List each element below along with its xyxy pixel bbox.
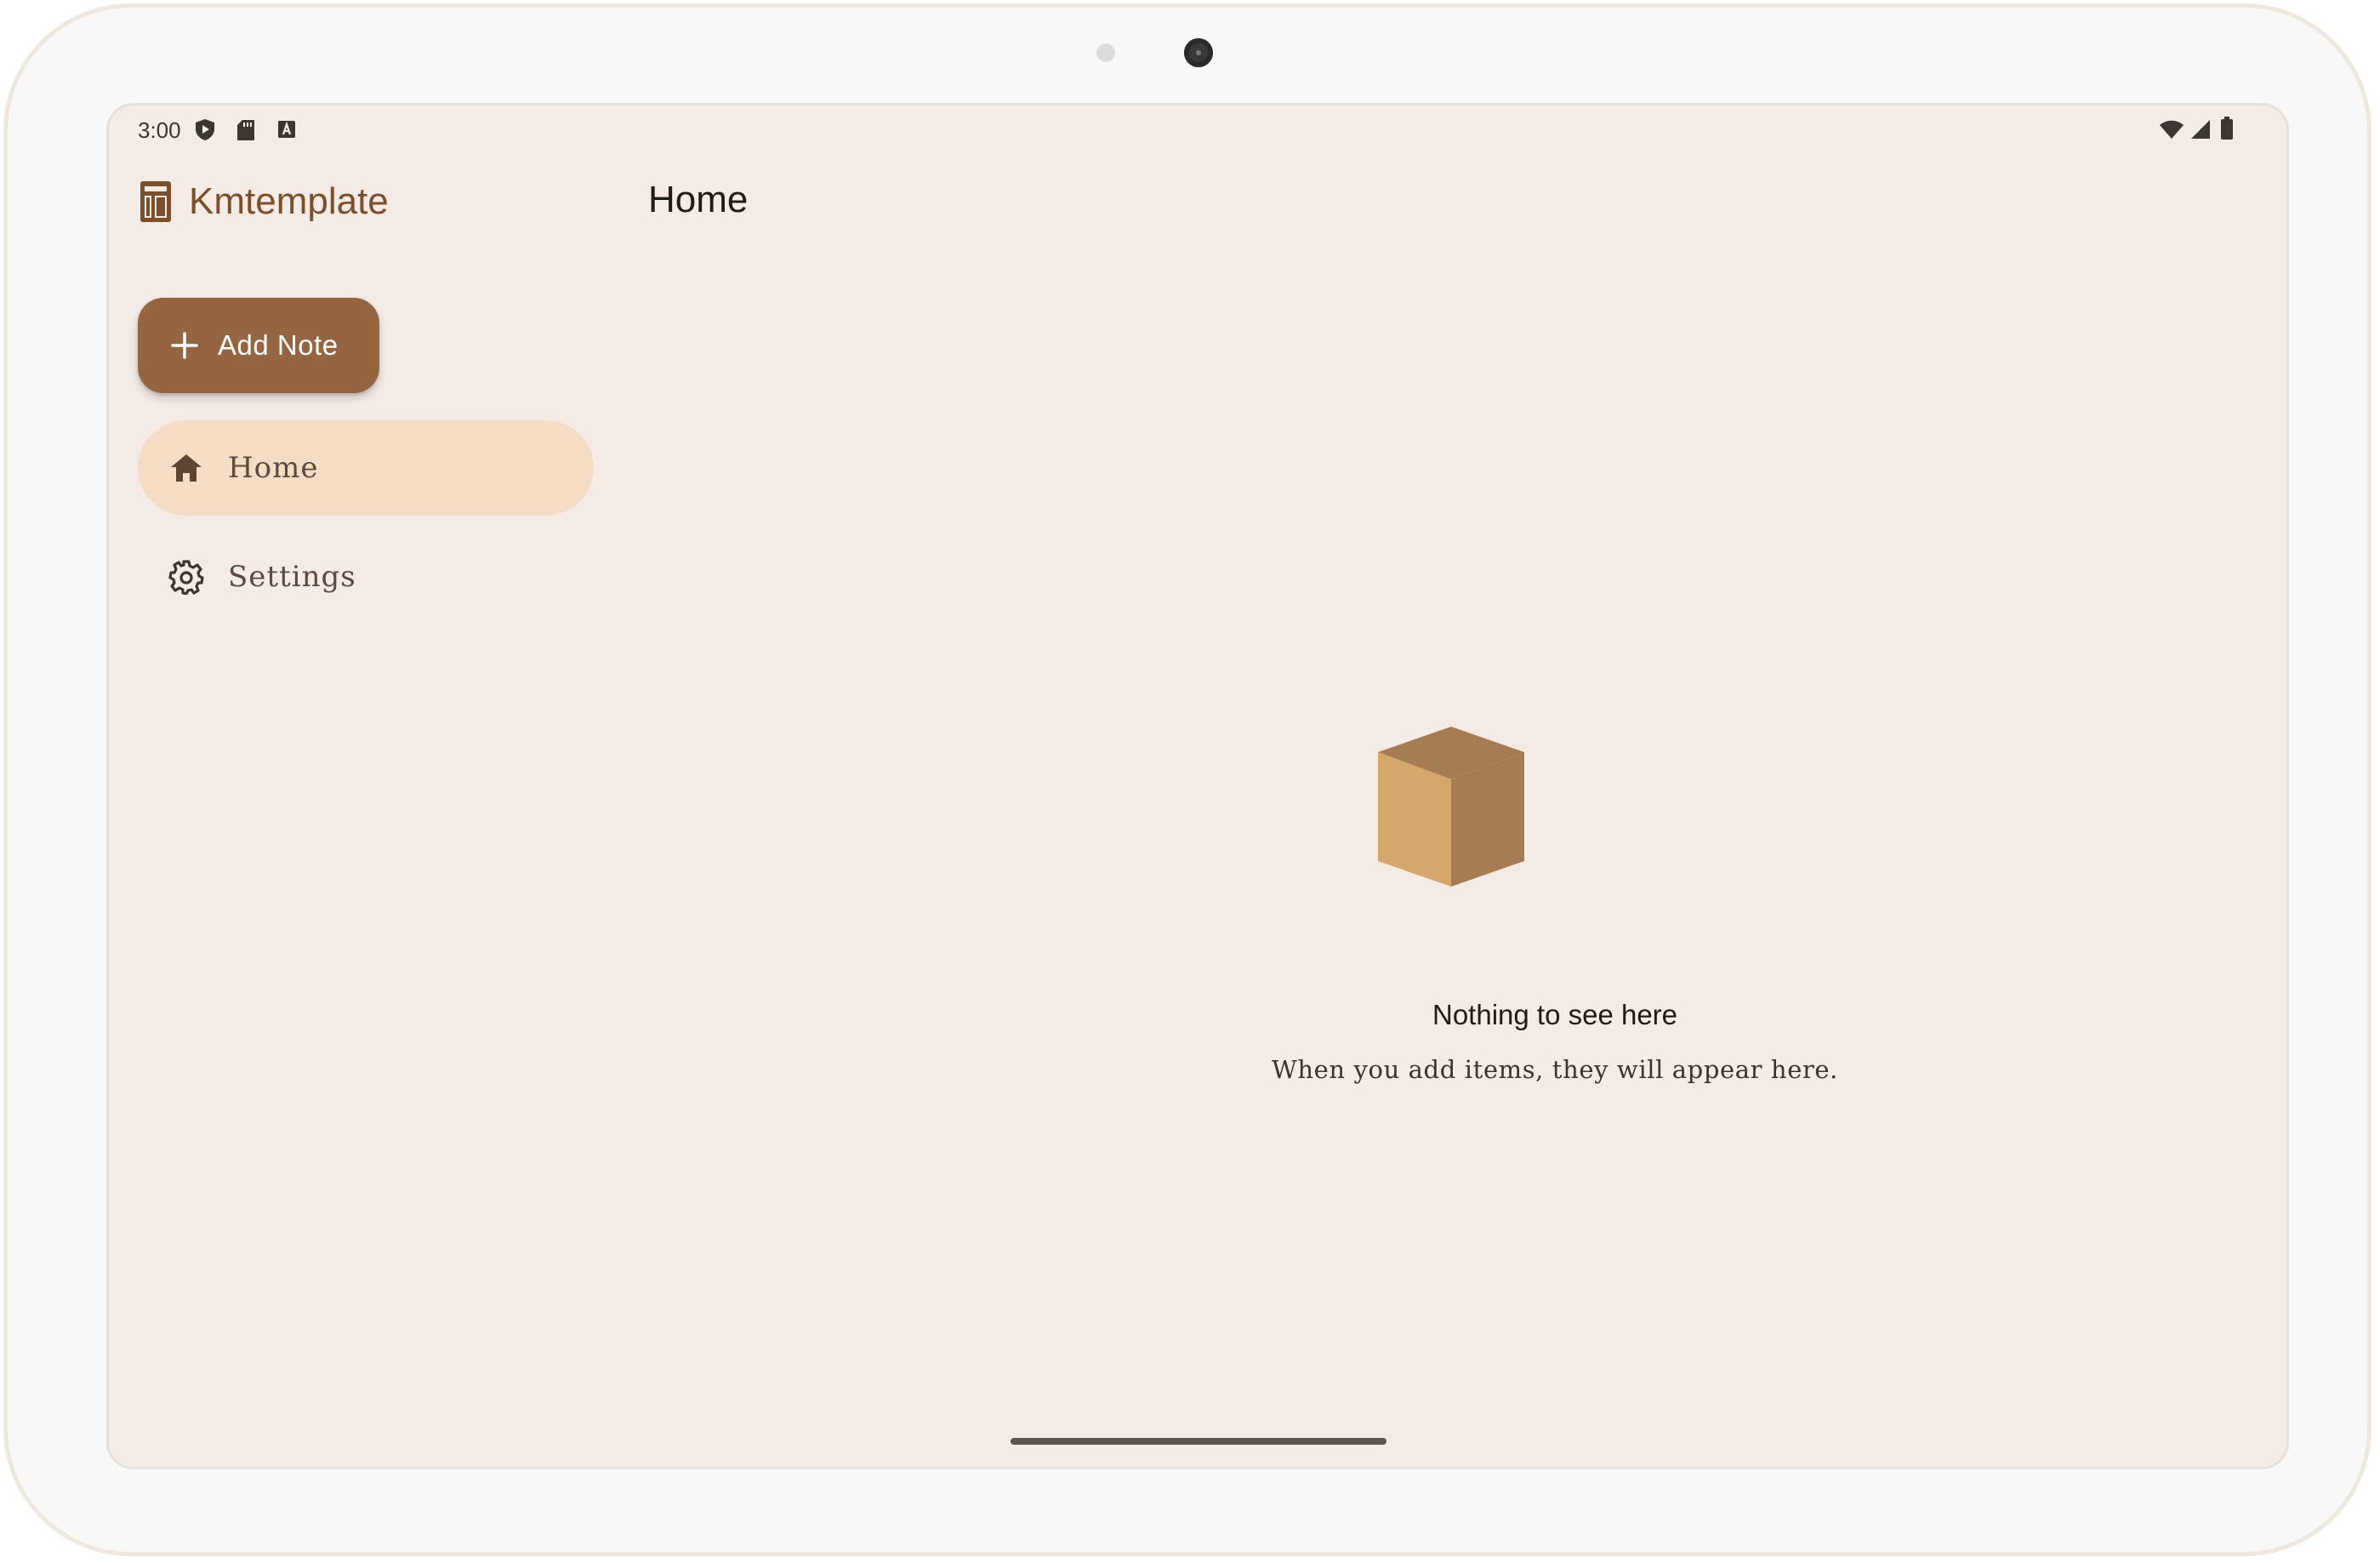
app-title: Kmtemplate: [189, 180, 389, 222]
nav-item-settings-label: Settings: [228, 560, 356, 594]
battery-icon: [2221, 117, 2233, 140]
box-icon: [1378, 727, 1524, 887]
cell-signal-icon: [2191, 120, 2210, 139]
empty-state-subtitle: When you add items, they will appear her…: [1271, 1055, 1839, 1084]
front-sensor: [1096, 43, 1115, 62]
front-camera: [1184, 38, 1213, 67]
shield-play-icon: [196, 119, 214, 140]
gesture-home-indicator[interactable]: [1011, 1438, 1386, 1445]
nav-item-home[interactable]: Home: [138, 420, 594, 516]
tablet-frame: 3:00 Kmtemplate Add Note Home Settings H…: [3, 3, 2371, 1556]
status-bar: 3:00: [109, 106, 2286, 153]
wifi-icon: [2160, 120, 2184, 139]
nav-item-home-label: Home: [228, 451, 319, 485]
add-note-label: Add Note: [218, 329, 339, 361]
sd-card-icon: [237, 120, 254, 140]
app-logo-icon: [140, 181, 171, 222]
page-title: Home: [648, 179, 749, 220]
nav-item-settings[interactable]: Settings: [138, 529, 594, 625]
empty-state-title: Nothing to see here: [1432, 999, 1678, 1030]
device-screen: 3:00 Kmtemplate Add Note Home Settings H…: [106, 103, 2289, 1469]
home-icon: [171, 454, 202, 482]
plus-icon: [171, 332, 198, 359]
status-time: 3:00: [138, 117, 181, 143]
keyboard-a-icon: [278, 121, 295, 138]
app-header: Kmtemplate: [139, 174, 389, 230]
add-note-button[interactable]: Add Note: [138, 298, 379, 393]
gear-icon: [168, 560, 204, 595]
